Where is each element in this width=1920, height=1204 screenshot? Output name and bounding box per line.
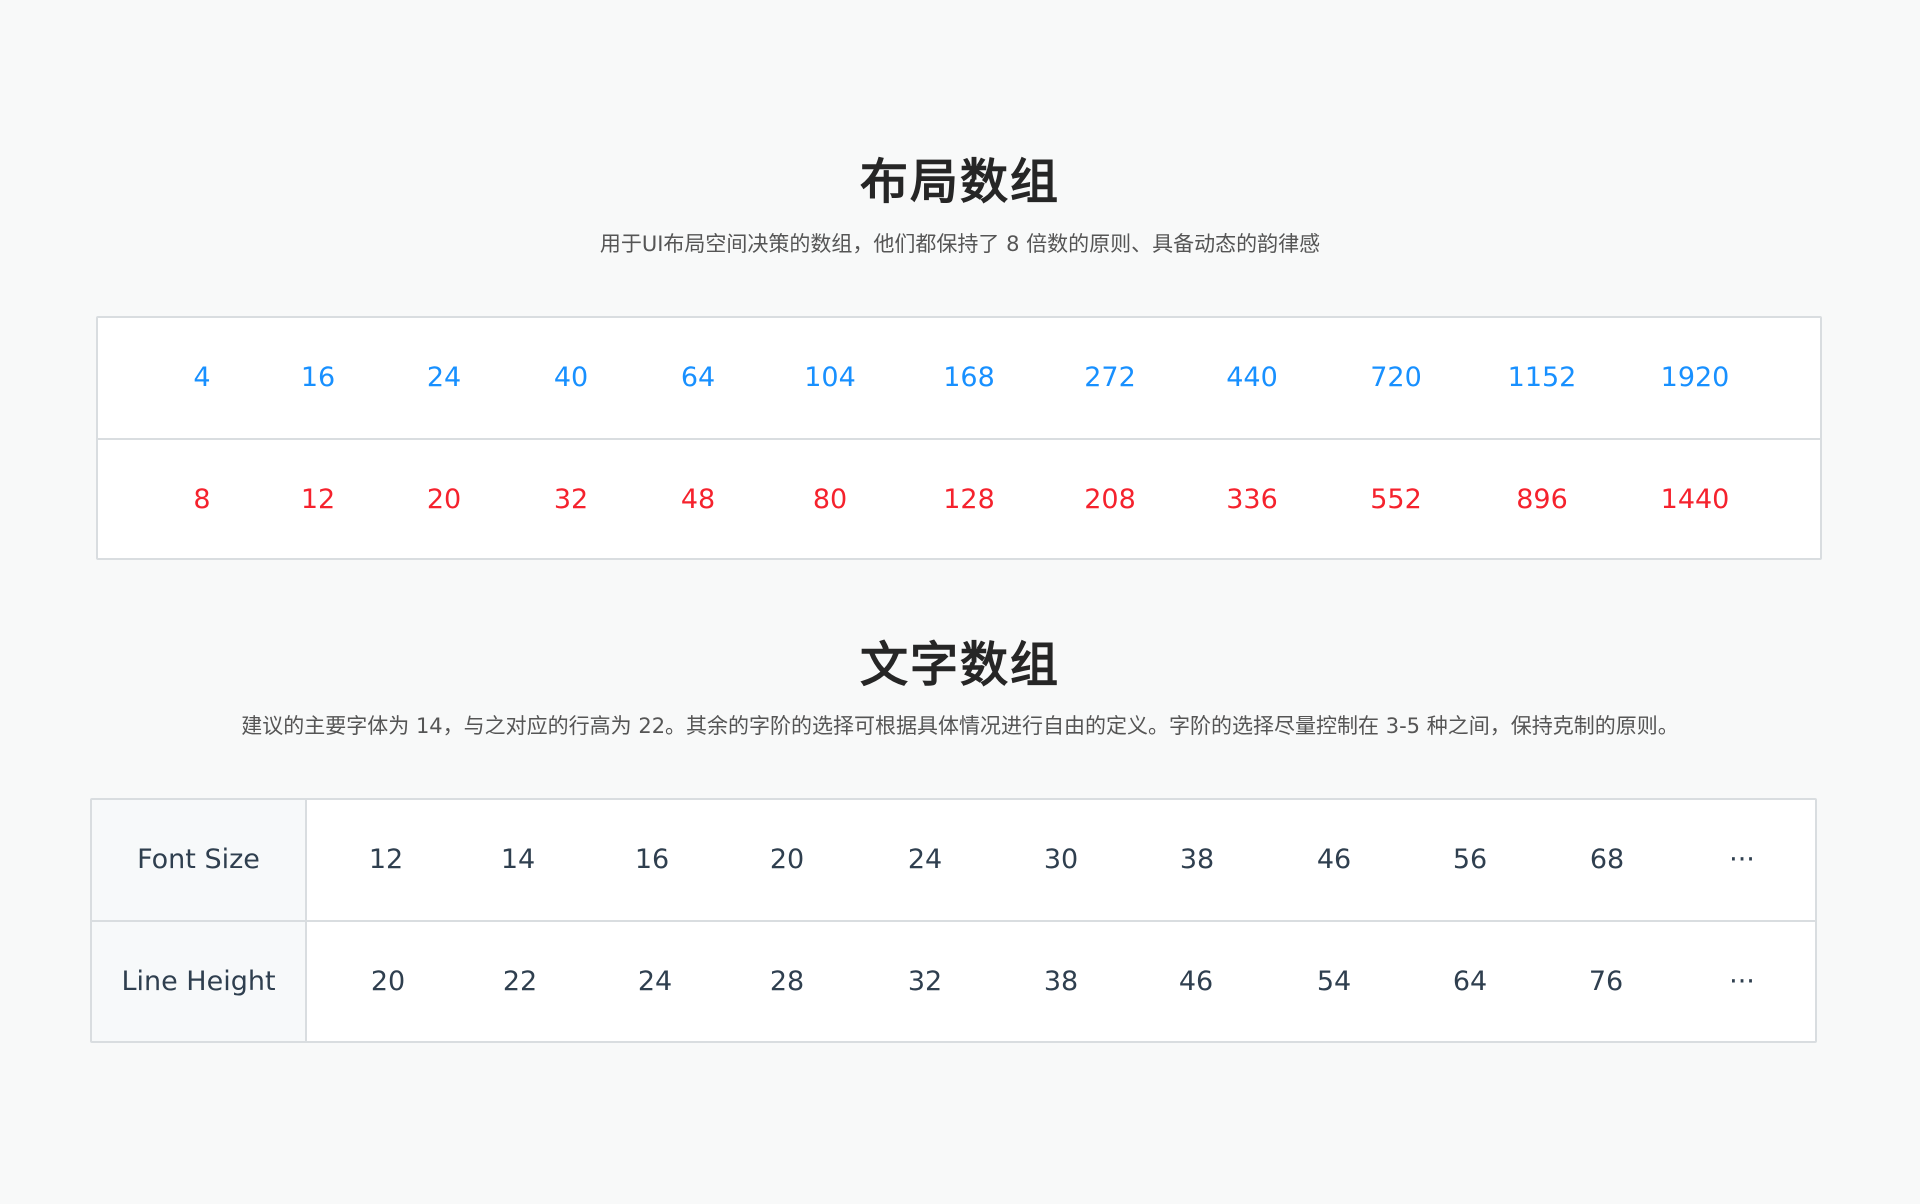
font-size-header: Font Size <box>137 844 260 875</box>
line-height-value: 76 <box>1588 966 1624 997</box>
font-scale-table: Font Size Line Height 12 14 16 20 24 30 … <box>90 798 1817 1043</box>
line-height-value: 28 <box>769 966 805 997</box>
layout-value: 80 <box>812 484 848 515</box>
font-size-value: 38 <box>1179 844 1215 875</box>
layout-value: 4 <box>193 362 211 393</box>
layout-array-row-secondary: 8 12 20 32 48 80 128 208 336 552 896 144… <box>98 440 1820 560</box>
layout-value: 40 <box>553 362 589 393</box>
font-size-value: 46 <box>1316 844 1352 875</box>
font-size-value: 68 <box>1589 844 1625 875</box>
layout-value: 8 <box>193 484 211 515</box>
text-array-description: 建议的主要字体为 14，与之对应的行高为 22。其余的字阶的选择可根据具体情况进… <box>241 714 1679 738</box>
line-height-value: 20 <box>370 966 406 997</box>
layout-value: 720 <box>1370 362 1422 393</box>
layout-value: 48 <box>680 484 716 515</box>
line-height-value: 64 <box>1452 966 1488 997</box>
line-height-header: Line Height <box>121 966 276 997</box>
layout-value: 16 <box>300 362 336 393</box>
layout-array-table: 4 16 24 40 64 104 168 272 440 720 1152 1… <box>96 316 1822 560</box>
layout-value: 336 <box>1226 484 1278 515</box>
line-height-value: 46 <box>1178 966 1214 997</box>
font-size-value: 14 <box>500 844 536 875</box>
text-array-title: 文字数组 <box>859 637 1060 693</box>
layout-array-description: 用于UI布局空间决策的数组，他们都保持了 8 倍数的原则、具备动态的韵律感 <box>599 232 1321 256</box>
line-height-value: 32 <box>907 966 943 997</box>
layout-array-title: 布局数组 <box>859 154 1060 210</box>
layout-value: 64 <box>680 362 716 393</box>
layout-value: 1152 <box>1507 362 1577 393</box>
line-height-value: 54 <box>1316 966 1352 997</box>
layout-value: 440 <box>1226 362 1278 393</box>
font-size-value: 16 <box>634 844 670 875</box>
font-size-value: 12 <box>368 844 404 875</box>
line-height-value: 24 <box>637 966 673 997</box>
layout-value: 104 <box>804 362 856 393</box>
line-height-more-indicator: ··· <box>1729 966 1755 997</box>
font-size-value: 56 <box>1452 844 1488 875</box>
layout-value: 32 <box>553 484 589 515</box>
layout-value: 20 <box>426 484 462 515</box>
line-height-value: 38 <box>1043 966 1079 997</box>
font-size-value: 24 <box>907 844 943 875</box>
line-height-value: 22 <box>502 966 538 997</box>
layout-value: 552 <box>1370 484 1422 515</box>
layout-value: 208 <box>1084 484 1136 515</box>
font-size-value: 20 <box>769 844 805 875</box>
layout-value: 12 <box>300 484 336 515</box>
layout-value: 128 <box>943 484 995 515</box>
layout-value: 896 <box>1516 484 1568 515</box>
layout-value: 1920 <box>1660 362 1730 393</box>
layout-value: 168 <box>943 362 995 393</box>
layout-value: 1440 <box>1660 484 1730 515</box>
layout-value: 272 <box>1084 362 1136 393</box>
layout-value: 24 <box>426 362 462 393</box>
font-size-more-indicator: ··· <box>1729 844 1755 875</box>
row-divider <box>92 920 1815 922</box>
font-size-value: 30 <box>1043 844 1079 875</box>
layout-array-row-primary: 4 16 24 40 64 104 168 272 440 720 1152 1… <box>98 318 1820 440</box>
